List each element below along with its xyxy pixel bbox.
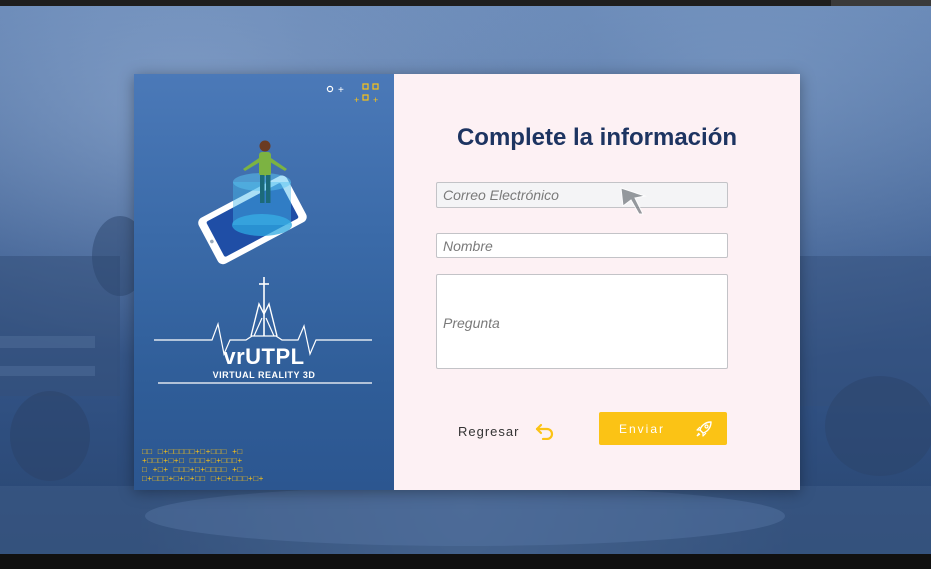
- svg-text:□+□□□+□+□+□□ □+□+□□□+□+: □+□□□+□+□+□□ □+□+□□□+□+: [142, 475, 264, 484]
- brand-logo-subtitle: VIRTUAL REALITY 3D: [212, 370, 316, 380]
- email-field[interactable]: [436, 182, 728, 208]
- question-form-modal: + + + □□ □+□□□□□+□+□□□ +□ +□□□+□+□ □□□+□…: [134, 74, 800, 490]
- brand-illustration: + + + □□ □+□□□□□+□+□□□ +□ +□□□+□+□ □□□+□…: [142, 83, 379, 484]
- svg-text:+: +: [373, 95, 378, 105]
- svg-text:+: +: [338, 85, 344, 96]
- svg-text:□ +□+ □□□+□+□□□□ +□: □ +□+ □□□+□+□□□□ +□: [142, 466, 243, 475]
- mouse-cursor-icon: [619, 186, 651, 221]
- rocket-icon: [695, 420, 713, 443]
- svg-text:+: +: [354, 95, 359, 105]
- undo-arrow-icon: [534, 422, 556, 445]
- form-panel: Complete la información Regresar Enviar: [394, 74, 800, 490]
- brand-logo-text: vrUTPL: [223, 344, 305, 369]
- send-button[interactable]: Enviar: [599, 412, 727, 445]
- svg-text:+□□□+□+□ □□□+□+□□□+: +□□□+□+□ □□□+□+□□□+: [142, 457, 243, 466]
- window-bottom-bar: [0, 554, 931, 569]
- svg-text:□□ □+□□□□□+□+□□□ +□: □□ □+□□□□□+□+□□□ +□: [142, 448, 243, 457]
- back-button-label: Regresar: [458, 423, 520, 439]
- back-button[interactable]: Regresar: [446, 416, 558, 446]
- send-button-label: Enviar: [619, 422, 666, 436]
- form-title: Complete la información: [456, 124, 738, 151]
- brand-panel: + + + □□ □+□□□□□+□+□□□ +□ +□□□+□+□ □□□+□…: [134, 74, 394, 490]
- name-field[interactable]: [436, 233, 728, 258]
- question-field[interactable]: [436, 274, 728, 369]
